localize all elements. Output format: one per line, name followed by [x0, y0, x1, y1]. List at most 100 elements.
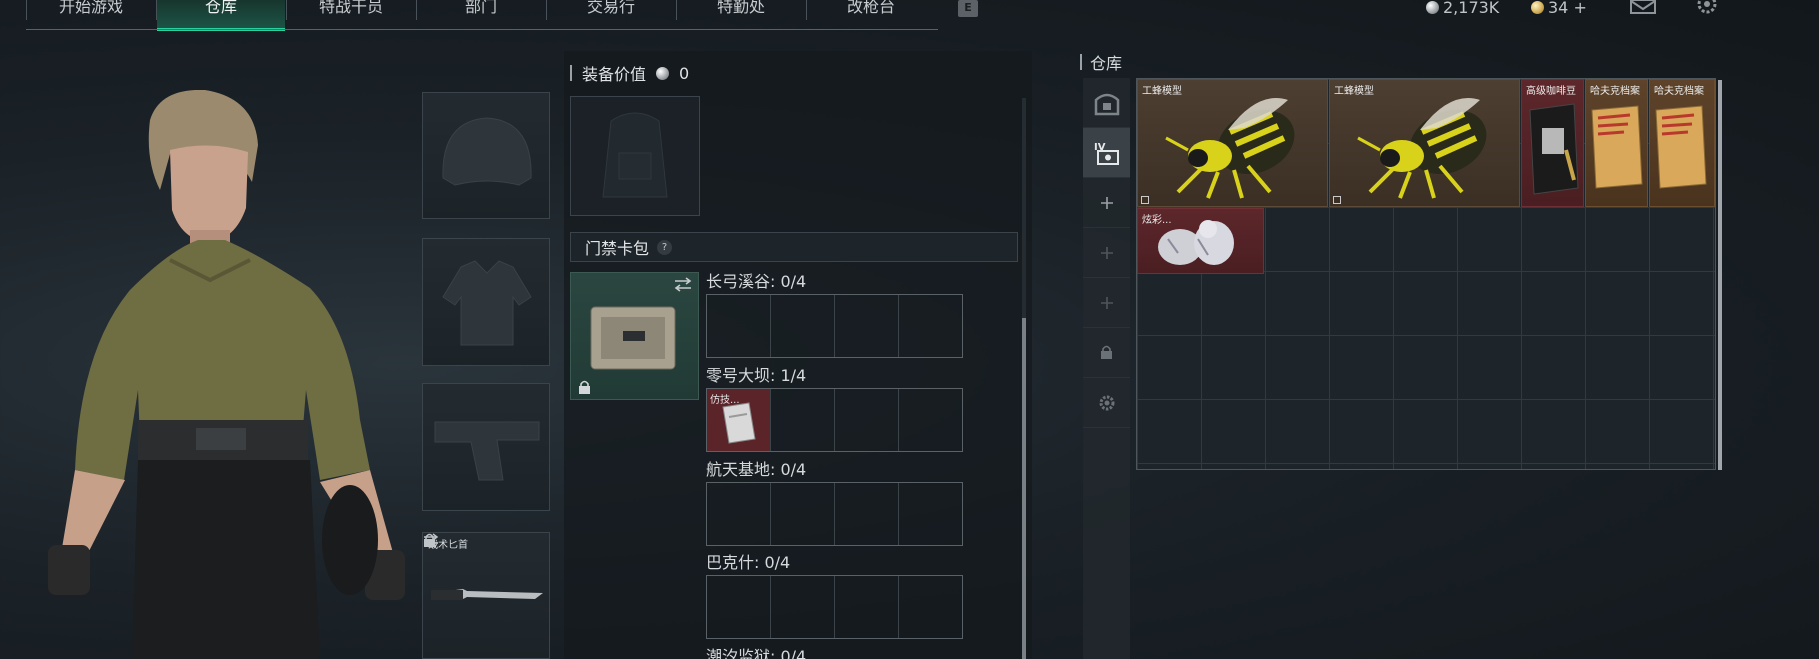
operator-character	[48, 90, 405, 659]
tab-start-game[interactable]: 开始游戏	[27, 0, 155, 29]
tab-operators[interactable]: 特战干员	[287, 0, 415, 29]
warehouse-item-haavk-file[interactable]: 哈夫克档案	[1585, 79, 1648, 207]
equipment-value-row: 装备价值 0	[570, 62, 689, 84]
keycard-cell[interactable]	[707, 295, 771, 357]
keycard-cell[interactable]	[771, 483, 835, 545]
bee-model-icon	[1165, 98, 1295, 199]
nav-underline	[26, 29, 938, 30]
title-marker	[570, 65, 572, 81]
melee-slot[interactable]: 战术匕首	[422, 532, 550, 659]
next-tab-key-hint[interactable]: E	[958, 0, 978, 17]
map-label-brakkesh: 巴克什: 0/4	[706, 553, 791, 572]
tab-special-ops[interactable]: 特勤处	[677, 0, 805, 29]
warehouse-tab-add-1[interactable]	[1083, 178, 1130, 228]
keycard-cell[interactable]	[835, 483, 899, 545]
warehouse-scrollbar[interactable]	[1718, 80, 1722, 470]
item-label: 高级咖啡豆	[1526, 86, 1576, 97]
bee-model-icon	[1357, 98, 1487, 199]
plus-icon	[1100, 246, 1113, 259]
warehouse-settings[interactable]	[1083, 378, 1130, 428]
keycard-cell[interactable]	[771, 295, 835, 357]
keycard-grid-brakkesh[interactable]	[706, 575, 963, 639]
gold-coin-icon	[1531, 1, 1544, 14]
keycard-item[interactable]: 仿技...	[707, 389, 771, 451]
keycard-pack-header: 门禁卡包 ?	[570, 232, 1018, 262]
keycard-cell[interactable]	[899, 295, 962, 357]
helmet-slot[interactable]	[422, 92, 550, 219]
map-label-tidal-prison: 潮汐监狱: 0/4	[706, 647, 807, 659]
plus-icon	[1100, 296, 1113, 309]
item-label: 炫彩...	[1142, 215, 1172, 226]
warehouse-tab-add-3[interactable]	[1083, 278, 1130, 328]
item-label: 哈夫克档案	[1654, 86, 1704, 97]
warehouse-tab-locked[interactable]	[1083, 328, 1130, 378]
armor-slot[interactable]	[422, 238, 550, 366]
silver-coin-icon	[1426, 1, 1439, 14]
loadout-scrollbar-thumb[interactable]	[1022, 318, 1026, 659]
keycard-pack-title: 门禁卡包	[585, 239, 650, 258]
keycard-cell[interactable]	[707, 576, 771, 638]
keycard-cell[interactable]	[899, 576, 962, 638]
lock-icon	[579, 380, 590, 394]
equipment-value: 0	[679, 63, 690, 83]
keycard-grid-longbow-valley[interactable]	[706, 294, 963, 358]
tab-department[interactable]: 部门	[417, 0, 545, 29]
tab-market[interactable]: 交易行	[547, 0, 675, 29]
keycard-cell[interactable]	[899, 389, 962, 451]
silver-currency: 2,173K	[1426, 0, 1499, 17]
warehouse-item-bee-model[interactable]: 工蜂模型	[1137, 79, 1328, 207]
sidearm-slot[interactable]	[422, 383, 550, 511]
coffee-bag-icon	[1529, 103, 1579, 195]
lock-icon	[424, 533, 435, 547]
tab-gunsmith[interactable]: 改枪台	[807, 0, 935, 29]
keycard-cell[interactable]	[771, 576, 835, 638]
plus-icon	[1100, 196, 1113, 209]
warehouse-item-toy[interactable]: 炫彩...	[1137, 208, 1264, 274]
document-folder-icon	[1655, 105, 1707, 189]
warehouse-item-haavk-file[interactable]: 哈夫克档案	[1649, 79, 1715, 207]
keycard-grid-space-city[interactable]	[706, 482, 963, 546]
gear-icon	[1099, 395, 1114, 410]
keycard-cell[interactable]	[771, 389, 835, 451]
warehouse-tab-add-2[interactable]	[1083, 228, 1130, 278]
silver-amount: 2,173K	[1443, 0, 1500, 17]
keycard-cell[interactable]	[899, 483, 962, 545]
backpack-icon	[602, 112, 668, 198]
knife-icon	[431, 589, 543, 600]
keycard-cell[interactable]	[835, 576, 899, 638]
gold-amount: 34 +	[1548, 0, 1587, 17]
keycard-icon	[722, 402, 756, 444]
document-folder-icon	[1591, 105, 1643, 189]
warehouse-item-coffee-beans[interactable]: 高级咖啡豆	[1521, 79, 1584, 207]
backpack-slot[interactable]	[570, 96, 700, 216]
top-nav: 开始游戏 仓库 特战干员 部门 交易行 特勤处 改枪台	[0, 0, 940, 32]
keycard-grid-zero-dam[interactable]: 仿技...	[706, 388, 963, 452]
keycard-cell[interactable]	[707, 483, 771, 545]
title-marker	[1080, 54, 1082, 70]
item-marker	[1141, 196, 1149, 204]
gold-currency[interactable]: 34 +	[1531, 0, 1587, 17]
mail-icon[interactable]	[1630, 0, 1656, 14]
keycard-cell[interactable]	[835, 295, 899, 357]
help-icon[interactable]: ?	[657, 239, 673, 255]
warehouse-title: 仓库	[1090, 54, 1123, 73]
tab-warehouse[interactable]: 仓库	[157, 0, 285, 31]
map-label-longbow-valley: 长弓溪谷: 0/4	[706, 272, 807, 291]
warehouse-tab-iv[interactable]: IV	[1083, 128, 1130, 178]
storage-home-icon	[1094, 93, 1119, 115]
keycard-cell[interactable]	[835, 389, 899, 451]
lock-icon	[1101, 345, 1112, 359]
item-label: 工蜂模型	[1334, 86, 1374, 97]
warehouse-item-bee-model[interactable]: 工蜂模型	[1329, 79, 1520, 207]
keycard-pack-slot[interactable]	[570, 272, 699, 400]
map-label-space-city: 航天基地: 0/4	[706, 460, 807, 479]
pistol-icon	[434, 421, 540, 481]
body-armor-icon	[442, 260, 532, 346]
equipment-value-label: 装备价值	[582, 65, 647, 84]
warehouse-tab-home[interactable]	[1083, 78, 1130, 128]
storage-level-iv-icon: IV	[1094, 142, 1119, 165]
gear-icon[interactable]	[1696, 0, 1718, 16]
item-label: 工蜂模型	[1142, 86, 1182, 97]
silver-coin-icon	[656, 66, 670, 80]
item-label: 哈夫克档案	[1590, 86, 1640, 97]
